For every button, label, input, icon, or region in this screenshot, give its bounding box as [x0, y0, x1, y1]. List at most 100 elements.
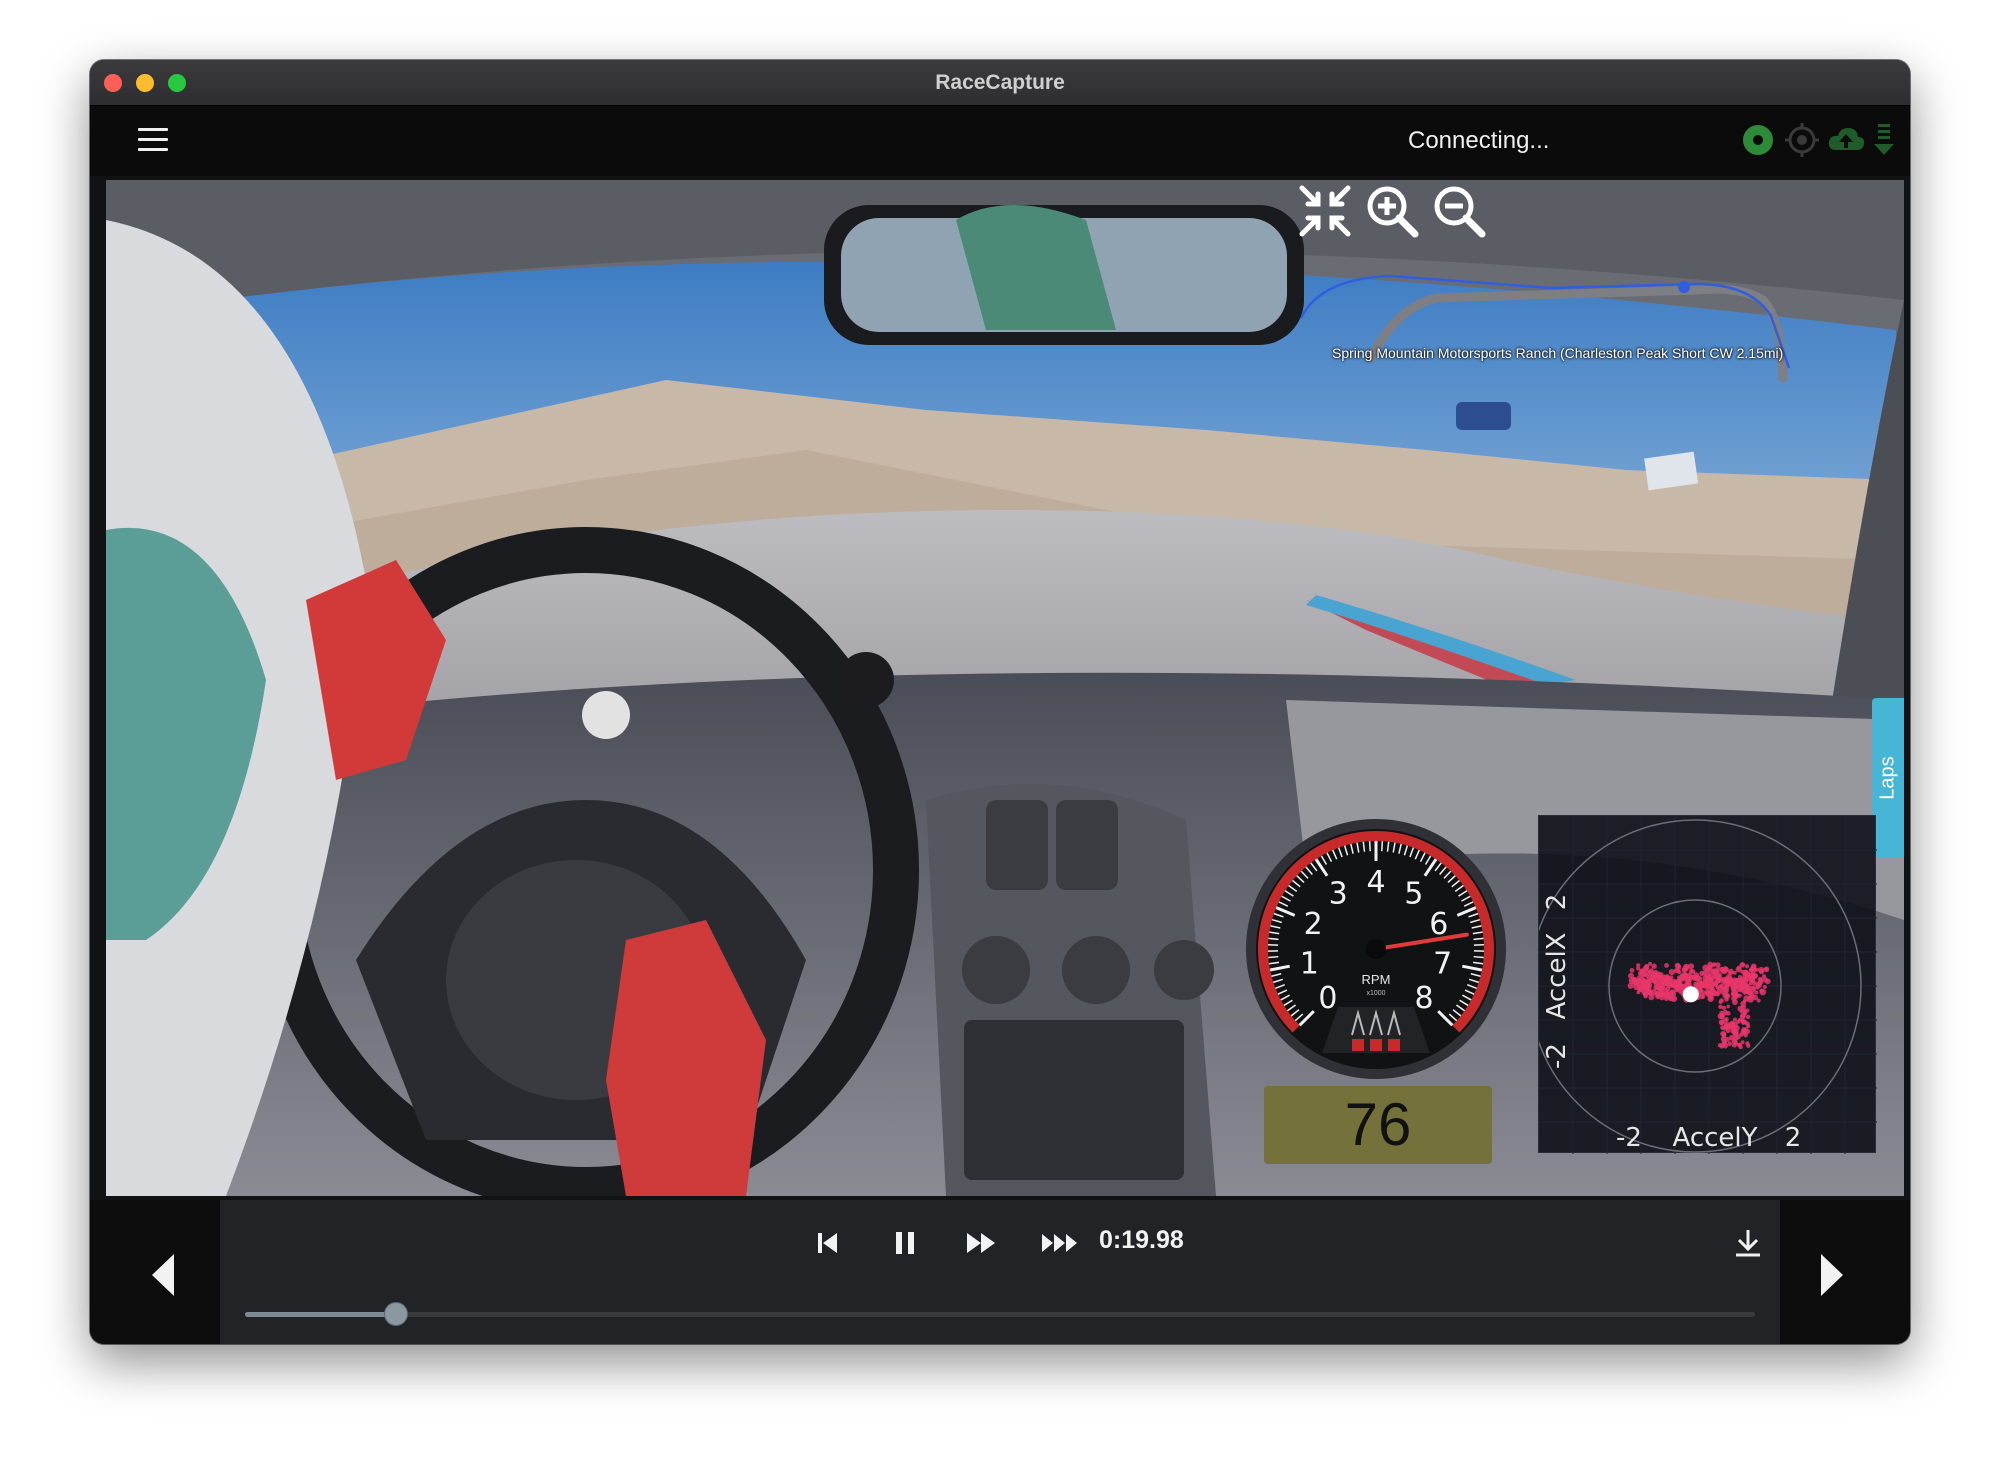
cloud-upload-icon[interactable]: [1826, 122, 1866, 158]
x-axis-max-label: 2: [1785, 1123, 1802, 1153]
accel-sample-dot: [1756, 998, 1761, 1003]
current-accel-marker: [1682, 986, 1699, 1003]
accel-sample-dot: [1682, 965, 1689, 972]
accel-sample-dot: [1629, 967, 1635, 973]
accel-sample-dot: [1719, 1021, 1724, 1026]
next-arrow-icon[interactable]: [1817, 1252, 1847, 1298]
accel-sample-dot: [1727, 968, 1734, 975]
target-status-icon[interactable]: [1784, 122, 1820, 158]
accel-sample-dot: [1748, 968, 1753, 973]
faster-forward-icon[interactable]: [1040, 1226, 1084, 1258]
accel-sample-dot: [1755, 967, 1759, 972]
accel-sample-dot: [1677, 982, 1684, 989]
accel-sample-dot: [1716, 988, 1722, 994]
connection-status: Connecting...: [1408, 127, 1550, 154]
accel-sample-dot: [1754, 990, 1759, 995]
accel-sample-dot: [1757, 976, 1764, 983]
accel-sample-dot: [1642, 992, 1648, 998]
accel-sample-dot: [1657, 982, 1662, 987]
tach-unit-label: RPM: [1362, 972, 1391, 987]
accel-sample-dot: [1714, 983, 1719, 988]
tach-scale-label: 3: [1329, 876, 1348, 911]
accel-sample-dot: [1684, 978, 1691, 985]
accel-sample-dot: [1718, 1004, 1723, 1010]
accel-sample-dot: [1687, 963, 1695, 970]
previous-arrow-icon[interactable]: [148, 1252, 178, 1298]
accel-sample-dot: [1762, 977, 1769, 983]
zoom-out-icon[interactable]: [1430, 182, 1488, 240]
accel-sample-dot: [1762, 984, 1767, 990]
accel-sample-dot: [1704, 991, 1710, 996]
video-player[interactable]: Spring Mountain Motorsports Ranch (Charl…: [106, 180, 1904, 1196]
accel-sample-dot: [1648, 994, 1655, 1001]
accel-sample-dot: [1654, 972, 1660, 978]
track-name: Spring Mountain Motorsports Ranch (Charl…: [1332, 345, 1784, 361]
accel-sample-dot: [1636, 963, 1641, 968]
accel-sample-dot: [1715, 962, 1721, 968]
accel-sample-dot: [1751, 986, 1756, 991]
accel-sample-dot: [1731, 988, 1737, 994]
accel-sample-dot: [1728, 1022, 1735, 1028]
accel-sample-dot: [1691, 974, 1697, 981]
accel-sample-dot: [1731, 1028, 1738, 1034]
tach-scale-label: 7: [1433, 946, 1452, 981]
telemetry-stream-icon[interactable]: [1872, 122, 1896, 158]
zoom-in-icon[interactable]: [1363, 182, 1421, 240]
accel-sample-dot: [1724, 1016, 1729, 1022]
collapse-arrows-icon[interactable]: [1296, 182, 1354, 240]
accel-sample-dot: [1724, 1036, 1730, 1043]
accel-sample-dot: [1758, 966, 1765, 974]
accel-sample-dot: [1699, 970, 1705, 976]
accel-sample-dot: [1733, 1041, 1739, 1046]
accel-sample-dot: [1632, 979, 1638, 985]
accel-sample-dot: [1688, 968, 1694, 974]
pause-icon[interactable]: [890, 1226, 920, 1258]
accel-sample-dot: [1735, 966, 1742, 973]
accel-sample-dot: [1732, 1017, 1737, 1022]
fast-forward-icon[interactable]: [964, 1226, 1000, 1258]
accel-sample-dot: [1732, 1035, 1738, 1042]
accel-sample-dot: [1736, 1020, 1741, 1024]
playback-progress: [245, 1312, 396, 1317]
y-axis-max-label: 2: [1542, 894, 1572, 911]
accel-sample-dot: [1695, 975, 1703, 982]
accel-sample-dot: [1742, 1008, 1747, 1014]
skip-to-start-icon[interactable]: [812, 1226, 842, 1258]
accel-sample-dot: [1642, 972, 1647, 977]
window-title: RaceCapture: [935, 71, 1065, 94]
accel-sample-dot: [1752, 973, 1759, 979]
accel-sample-dot: [1735, 977, 1742, 984]
title-bar: RaceCapture: [90, 60, 1910, 106]
accel-sample-dot: [1764, 967, 1768, 971]
gg-diagram: -2 AccelY 2 -2 AccelX 2: [1528, 815, 1877, 1154]
accel-sample-dot: [1745, 989, 1751, 995]
accel-sample-dot: [1651, 963, 1657, 969]
accel-sample-dot: [1670, 995, 1678, 1002]
accel-sample-dot: [1719, 998, 1725, 1004]
accel-sample-dot: [1717, 1013, 1724, 1020]
accel-sample-dot: [1742, 999, 1747, 1004]
accel-sample-dot: [1745, 1014, 1751, 1020]
download-icon[interactable]: [1731, 1226, 1765, 1260]
accel-sample-dot: [1720, 968, 1725, 973]
gps-status-icon[interactable]: [1740, 122, 1776, 158]
playback-slider[interactable]: [245, 1302, 1755, 1326]
accel-sample-dot: [1730, 984, 1735, 989]
accel-sample-dot: [1732, 999, 1738, 1006]
laps-tab-label: Laps: [1876, 756, 1899, 800]
accel-sample-dot: [1640, 977, 1645, 983]
hamburger-menu-icon[interactable]: [138, 128, 168, 152]
acceleration-point-cloud: [1627, 961, 1771, 1050]
accel-sample-dot: [1654, 979, 1659, 984]
accel-sample-dot: [1739, 962, 1746, 968]
accel-sample-dot: [1743, 983, 1749, 989]
y-axis-min-label: -2: [1542, 1043, 1572, 1069]
accel-sample-dot: [1759, 988, 1767, 996]
accel-sample-dot: [1709, 992, 1715, 998]
tach-scale-label: 5: [1404, 876, 1423, 911]
playback-slider-thumb[interactable]: [384, 1302, 408, 1326]
accel-sample-dot: [1724, 997, 1729, 1002]
accel-sample-dot: [1675, 968, 1680, 973]
tach-minor-tick: [1268, 955, 1279, 959]
accel-sample-dot: [1744, 964, 1750, 969]
